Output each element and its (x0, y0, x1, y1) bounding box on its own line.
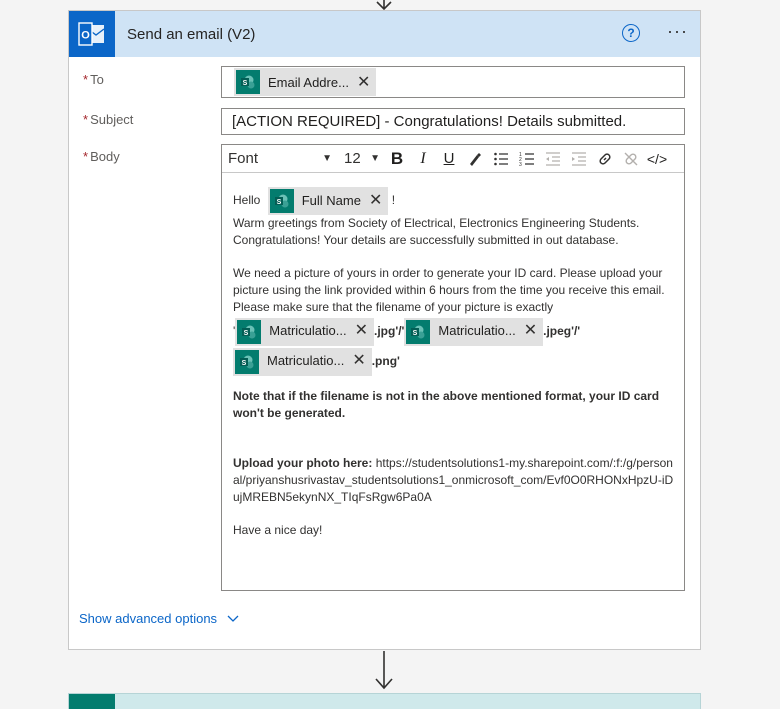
remove-token-icon[interactable]: ✕ (524, 323, 543, 340)
link-icon[interactable] (592, 151, 618, 167)
email-address-token[interactable]: S Email Addre... ✕ (234, 68, 377, 96)
sharepoint-icon: S (236, 70, 260, 94)
matriculation-token-1[interactable]: S Matriculatio... ✕ (235, 317, 375, 346)
jpeg-extension-text: .jpeg'/' (543, 323, 581, 338)
filename-tokens-line: ' S Matriculatio... ✕ .jpg'/' S Matricul… (233, 317, 674, 346)
token-label: Email Addre... (268, 74, 349, 90)
filename-tokens-line-2: S Matriculatio... ✕ .png' (233, 347, 674, 376)
upload-paragraph: Upload your photo here: https://students… (233, 455, 674, 505)
next-action-icon (69, 694, 115, 709)
remove-token-icon[interactable]: ✕ (355, 323, 374, 340)
formatting-toolbar: Font ▼ 12 ▼ B I U 123 </> (222, 145, 684, 173)
matriculation-token-2[interactable]: S Matriculatio... ✕ (404, 317, 544, 346)
bold-button[interactable]: B (384, 149, 410, 169)
remove-token-icon[interactable]: ✕ (352, 353, 371, 370)
subject-input[interactable]: [ACTION REQUIRED] - Congratulations! Det… (221, 108, 685, 135)
more-options-icon[interactable]: ··· (667, 22, 688, 40)
png-extension-text: .png' (371, 353, 400, 368)
highlight-icon[interactable] (462, 151, 488, 167)
svg-text:S: S (276, 199, 281, 206)
token-label: Full Name (301, 192, 361, 208)
jpg-extension-text: .jpg'/' (374, 323, 405, 338)
to-label-text: To (90, 72, 104, 87)
subject-label-text: Subject (90, 112, 134, 127)
svg-text:S: S (243, 80, 248, 87)
action-header[interactable]: O Send an email (V2) ? ··· (69, 11, 700, 57)
request-paragraph: We need a picture of yours in order to g… (233, 266, 665, 298)
chevron-down-icon: ▼ (370, 153, 380, 164)
hello-text: Hello (233, 193, 261, 208)
body-label-text: Body (90, 149, 120, 164)
subject-label: * Subject (83, 112, 133, 127)
svg-text:O: O (81, 30, 90, 42)
font-value: Font (228, 150, 259, 167)
action-title: Send an email (V2) (127, 25, 256, 43)
upload-label: Upload your photo here: (233, 455, 373, 470)
exclaim-text: ! (391, 193, 396, 208)
to-field[interactable]: S Email Addre... ✕ (221, 66, 685, 98)
next-action-card[interactable] (68, 693, 701, 709)
note-paragraph: Note that if the filename is not in the … (233, 388, 660, 420)
required-marker: * (83, 112, 89, 127)
svg-text:S: S (242, 360, 247, 367)
body-editor[interactable]: Font ▼ 12 ▼ B I U 123 </> Hello S Full N… (221, 144, 685, 591)
send-email-action-card: O Send an email (V2) ? ··· * To S Email A… (68, 10, 701, 650)
outlook-icon: O (69, 11, 115, 57)
code-view-button[interactable]: </> (644, 151, 670, 167)
connector-arrow-down-icon (376, 0, 392, 10)
svg-text:S: S (244, 330, 249, 337)
remove-token-icon[interactable]: ✕ (357, 72, 376, 92)
required-marker: * (83, 149, 89, 164)
sharepoint-icon: S (406, 319, 431, 344)
filename-intro: Please make sure that the filename of yo… (233, 299, 554, 314)
greeting-line: Hello S Full Name ✕ ! (233, 187, 674, 215)
increase-indent-icon[interactable] (566, 151, 592, 167)
matriculation-token-3[interactable]: S Matriculatio... ✕ (233, 347, 372, 376)
email-body-content[interactable]: Hello S Full Name ✕ ! Warm greetings fro… (222, 173, 684, 539)
advanced-label: Show advanced options (79, 611, 218, 626)
to-label: * To (83, 72, 104, 87)
svg-text:S: S (413, 330, 418, 337)
closing-line: Have a nice day! (233, 523, 323, 538)
numbered-list-icon[interactable]: 123 (514, 151, 540, 167)
sharepoint-icon: S (235, 349, 259, 374)
required-marker: * (83, 72, 89, 87)
token-label: Matriculatio... (267, 353, 345, 369)
sharepoint-icon: S (269, 189, 294, 213)
token-label: Matriculatio... (269, 323, 347, 339)
greeting-paragraph: Warm greetings from Society of Electrica… (233, 216, 640, 247)
italic-button[interactable]: I (410, 150, 436, 168)
show-advanced-options-link[interactable]: Show advanced options (79, 611, 239, 626)
underline-button[interactable]: U (436, 150, 462, 167)
font-dropdown[interactable]: Font ▼ (228, 150, 332, 167)
unlink-icon[interactable] (618, 151, 644, 167)
full-name-token[interactable]: S Full Name ✕ (267, 187, 389, 215)
chevron-down-icon (227, 615, 239, 622)
font-size-value: 12 (344, 150, 361, 167)
connector-arrow-down-icon (375, 651, 393, 690)
chevron-down-icon: ▼ (322, 153, 332, 164)
font-size-dropdown[interactable]: 12 ▼ (344, 150, 380, 167)
bullet-list-icon[interactable] (488, 151, 514, 167)
body-label: * Body (83, 149, 120, 164)
help-icon[interactable]: ? (622, 24, 640, 42)
svg-text:3: 3 (519, 162, 522, 167)
decrease-indent-icon[interactable] (540, 151, 566, 167)
remove-token-icon[interactable]: ✕ (369, 192, 388, 210)
sharepoint-icon: S (237, 319, 262, 344)
token-label: Matriculatio... (438, 323, 516, 339)
